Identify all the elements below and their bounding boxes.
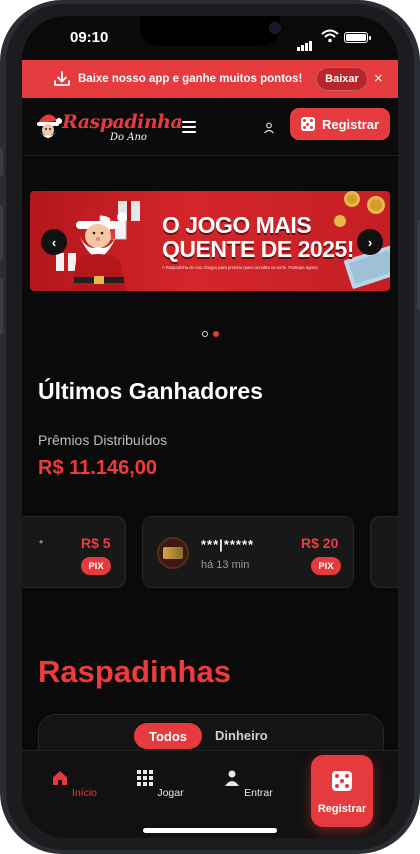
logo-subtitle: Do Ano: [110, 132, 147, 143]
carousel-dot[interactable]: [202, 331, 208, 337]
nav-label: Jogar: [157, 787, 184, 799]
close-icon[interactable]: ×: [374, 70, 383, 87]
nav-jogar[interactable]: Jogar: [130, 769, 190, 799]
grid-icon: [137, 770, 154, 786]
signal-icon: [297, 33, 313, 51]
download-app-button[interactable]: Baixar: [316, 67, 368, 91]
banner-next-button[interactable]: ›: [357, 229, 383, 255]
pix-badge: PIX: [311, 557, 341, 575]
phone-side-button: [0, 278, 3, 334]
winner-card: [370, 516, 398, 588]
menu-icon[interactable]: [182, 121, 196, 133]
winner-name-fragment: •: [39, 535, 44, 549]
dice-icon: [300, 117, 315, 131]
winners-title: Últimos Ganhadores: [38, 378, 263, 404]
banner-subtext: A Raspadinha do Ano chegou para premiar …: [162, 265, 318, 270]
phone-frame: 09:10 Baixe nosso app e ganhe muitos pon…: [0, 0, 420, 854]
winner-name: ***|*****: [201, 537, 255, 552]
prize-thumbnail: [157, 537, 189, 569]
logo[interactable]: Raspadinha Do Ano: [32, 108, 183, 148]
register-button[interactable]: Registrar: [290, 108, 390, 140]
winner-time: há 13 min: [201, 559, 250, 571]
nav-entrar[interactable]: Entrar: [218, 769, 278, 799]
notch: [140, 16, 281, 46]
phone-side-button: [0, 205, 3, 261]
logo-title: Raspadinha: [62, 111, 183, 133]
wifi-icon: [321, 29, 339, 43]
winner-amount: R$ 20: [301, 535, 339, 551]
prizes-total: R$ 11.146,00: [38, 457, 157, 479]
prizes-label: Prêmios Distribuídos: [38, 432, 168, 448]
register-button-label: Registrar: [317, 803, 367, 815]
download-icon: [54, 71, 70, 86]
nav-label: Entrar: [244, 787, 273, 799]
status-time: 09:10: [70, 29, 109, 46]
banner-headline: O JOGO MAIS QUENTE DE 2025!: [162, 212, 354, 262]
carousel-dots: [202, 324, 224, 342]
user-icon: [225, 770, 240, 786]
santa-logo-icon: [37, 114, 62, 138]
carousel-dot-active[interactable]: [213, 331, 219, 337]
tab-todos[interactable]: Todos: [134, 723, 202, 749]
home-indicator: [143, 828, 277, 833]
promo-text: Baixe nosso app e ganhe muitos pontos!: [78, 73, 303, 85]
winner-card: • R$ 5 PIX: [22, 516, 126, 588]
register-button-bottom[interactable]: Registrar: [311, 755, 373, 827]
winner-card: ***|***** há 13 min R$ 20 PIX: [142, 516, 354, 588]
pix-badge: PIX: [81, 557, 111, 575]
raspadinhas-title: Raspadinhas: [38, 654, 231, 689]
status-bar: 09:10: [22, 16, 398, 60]
promo-banner[interactable]: O JOGO MAIS QUENTE DE 2025! A Raspadinha…: [30, 191, 390, 291]
bottom-nav: Início Jogar Entrar Registrar: [22, 750, 398, 838]
screen: 09:10 Baixe nosso app e ganhe muitos pon…: [22, 16, 398, 838]
home-icon: [52, 771, 67, 785]
camera: [269, 22, 281, 34]
phone-side-button: [0, 148, 3, 176]
user-icon[interactable]: [263, 122, 275, 134]
register-button-label: Registrar: [321, 116, 380, 132]
nav-inicio[interactable]: Início: [44, 769, 104, 799]
banner-prev-button[interactable]: ‹: [41, 229, 67, 255]
top-header: Raspadinha Do Ano Registrar: [22, 98, 398, 156]
battery-icon: [344, 32, 371, 43]
tab-dinheiro[interactable]: Dinheiro: [215, 728, 268, 743]
nav-label: Início: [71, 787, 98, 799]
promo-bar: Baixe nosso app e ganhe muitos pontos! B…: [22, 60, 398, 98]
winner-amount: R$ 5: [81, 535, 111, 551]
dice-icon: [332, 771, 352, 791]
